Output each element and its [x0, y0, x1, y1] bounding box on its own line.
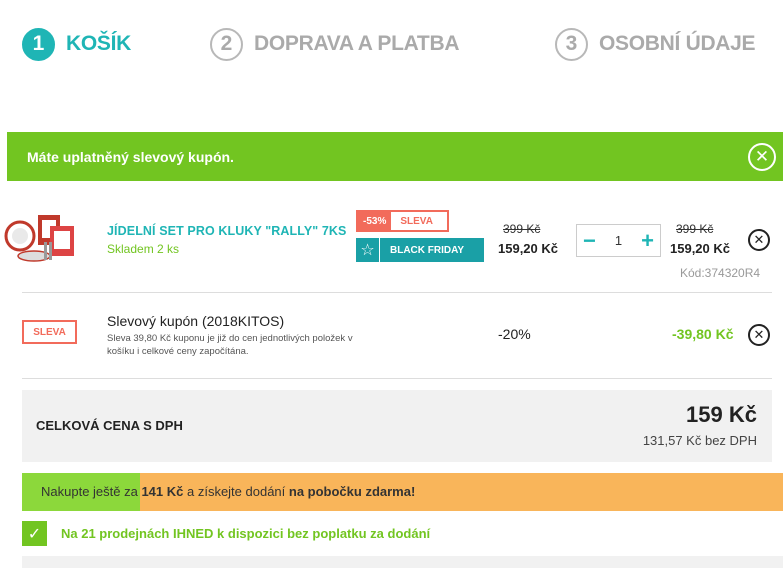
- checkout-steps: 1 KOŠÍK 2 DOPRAVA A PLATBA 3 OSOBNÍ ÚDAJ…: [22, 26, 783, 62]
- shipping-text-mid: a získejte dodání: [183, 484, 289, 499]
- quantity-stepper: − 1 +: [576, 224, 661, 257]
- step-label: KOŠÍK: [66, 32, 132, 55]
- discount-label: SLEVA: [400, 215, 433, 227]
- banner-text: Máte uplatněný slevový kupón.: [27, 148, 234, 165]
- qty-minus-button[interactable]: −: [583, 229, 596, 252]
- check-icon: ✓: [22, 521, 47, 546]
- item-total-price: 159,20 Kč: [670, 241, 730, 256]
- unit-old-price: 399 Kč: [503, 222, 541, 236]
- product-thumbnail[interactable]: [4, 212, 78, 262]
- stock-status: Skladem 2 ks: [107, 242, 180, 256]
- remove-coupon-icon[interactable]: ✕: [748, 324, 770, 346]
- product-code: Kód:374320R4: [680, 266, 761, 280]
- step-number: 3: [555, 27, 588, 61]
- total-label: CELKOVÁ CENA S DPH: [36, 418, 183, 433]
- shipping-text-pre: Nakupte ještě za: [41, 484, 142, 499]
- divider: [22, 378, 772, 379]
- shipping-amount: 141 Kč: [141, 484, 184, 499]
- coupon-name: Slevový kupón (2018KITOS): [107, 313, 285, 329]
- step-number: 2: [210, 27, 243, 61]
- step-label: DOPRAVA A PLATBA: [254, 32, 460, 55]
- coupon-value: -39,80 Kč: [672, 326, 734, 342]
- qty-plus-button[interactable]: +: [641, 229, 654, 252]
- step-shipping-payment[interactable]: 2 DOPRAVA A PLATBA: [210, 26, 460, 62]
- step-cart[interactable]: 1 KOŠÍK: [22, 26, 131, 62]
- unit-price: 159,20 Kč: [498, 241, 558, 256]
- discount-percent: -53%: [358, 212, 392, 230]
- coupon-description: Sleva 39,80 Kč kuponu je již do cen jedn…: [107, 333, 353, 357]
- divider: [22, 292, 772, 293]
- bottom-section: [22, 556, 783, 568]
- step-number: 1: [22, 27, 55, 61]
- qty-input[interactable]: 1: [615, 233, 622, 248]
- black-friday-label: BLACK FRIDAY: [390, 244, 465, 256]
- black-friday-badge: ☆ BLACK FRIDAY: [356, 238, 484, 262]
- order-total: CELKOVÁ CENA S DPH 159 Kč 131,57 Kč bez …: [22, 390, 772, 462]
- coupon-tag: SLEVA: [22, 320, 77, 344]
- free-shipping-progress: Nakupte ještě za 141 Kč a získejte dodán…: [22, 473, 783, 511]
- discount-badge: -53% SLEVA: [356, 210, 449, 232]
- shipping-target: na pobočku zdarma!: [288, 484, 416, 499]
- availability-text: Na 21 prodejnách IHNED k dispozici bez p…: [61, 526, 431, 541]
- close-icon[interactable]: ✕: [748, 143, 776, 171]
- total-without-vat: 131,57 Kč bez DPH: [642, 433, 757, 448]
- total-old-price: 399 Kč: [676, 222, 714, 236]
- shipping-message: Nakupte ještě za 141 Kč a získejte dodán…: [41, 484, 415, 499]
- product-name-link[interactable]: JÍDELNÍ SET PRO KLUKY "RALLY" 7KS: [107, 224, 347, 238]
- remove-item-icon[interactable]: ✕: [748, 229, 770, 251]
- coupon-percent: -20%: [498, 326, 531, 342]
- star-icon: ☆: [356, 238, 380, 262]
- total-sum: 159 Kč: [686, 402, 757, 427]
- coupon-applied-banner: Máte uplatněný slevový kupón. ✕: [7, 132, 783, 181]
- step-label: OSOBNÍ ÚDAJE: [599, 32, 756, 55]
- step-personal-info[interactable]: 3 OSOBNÍ ÚDAJE: [555, 26, 756, 62]
